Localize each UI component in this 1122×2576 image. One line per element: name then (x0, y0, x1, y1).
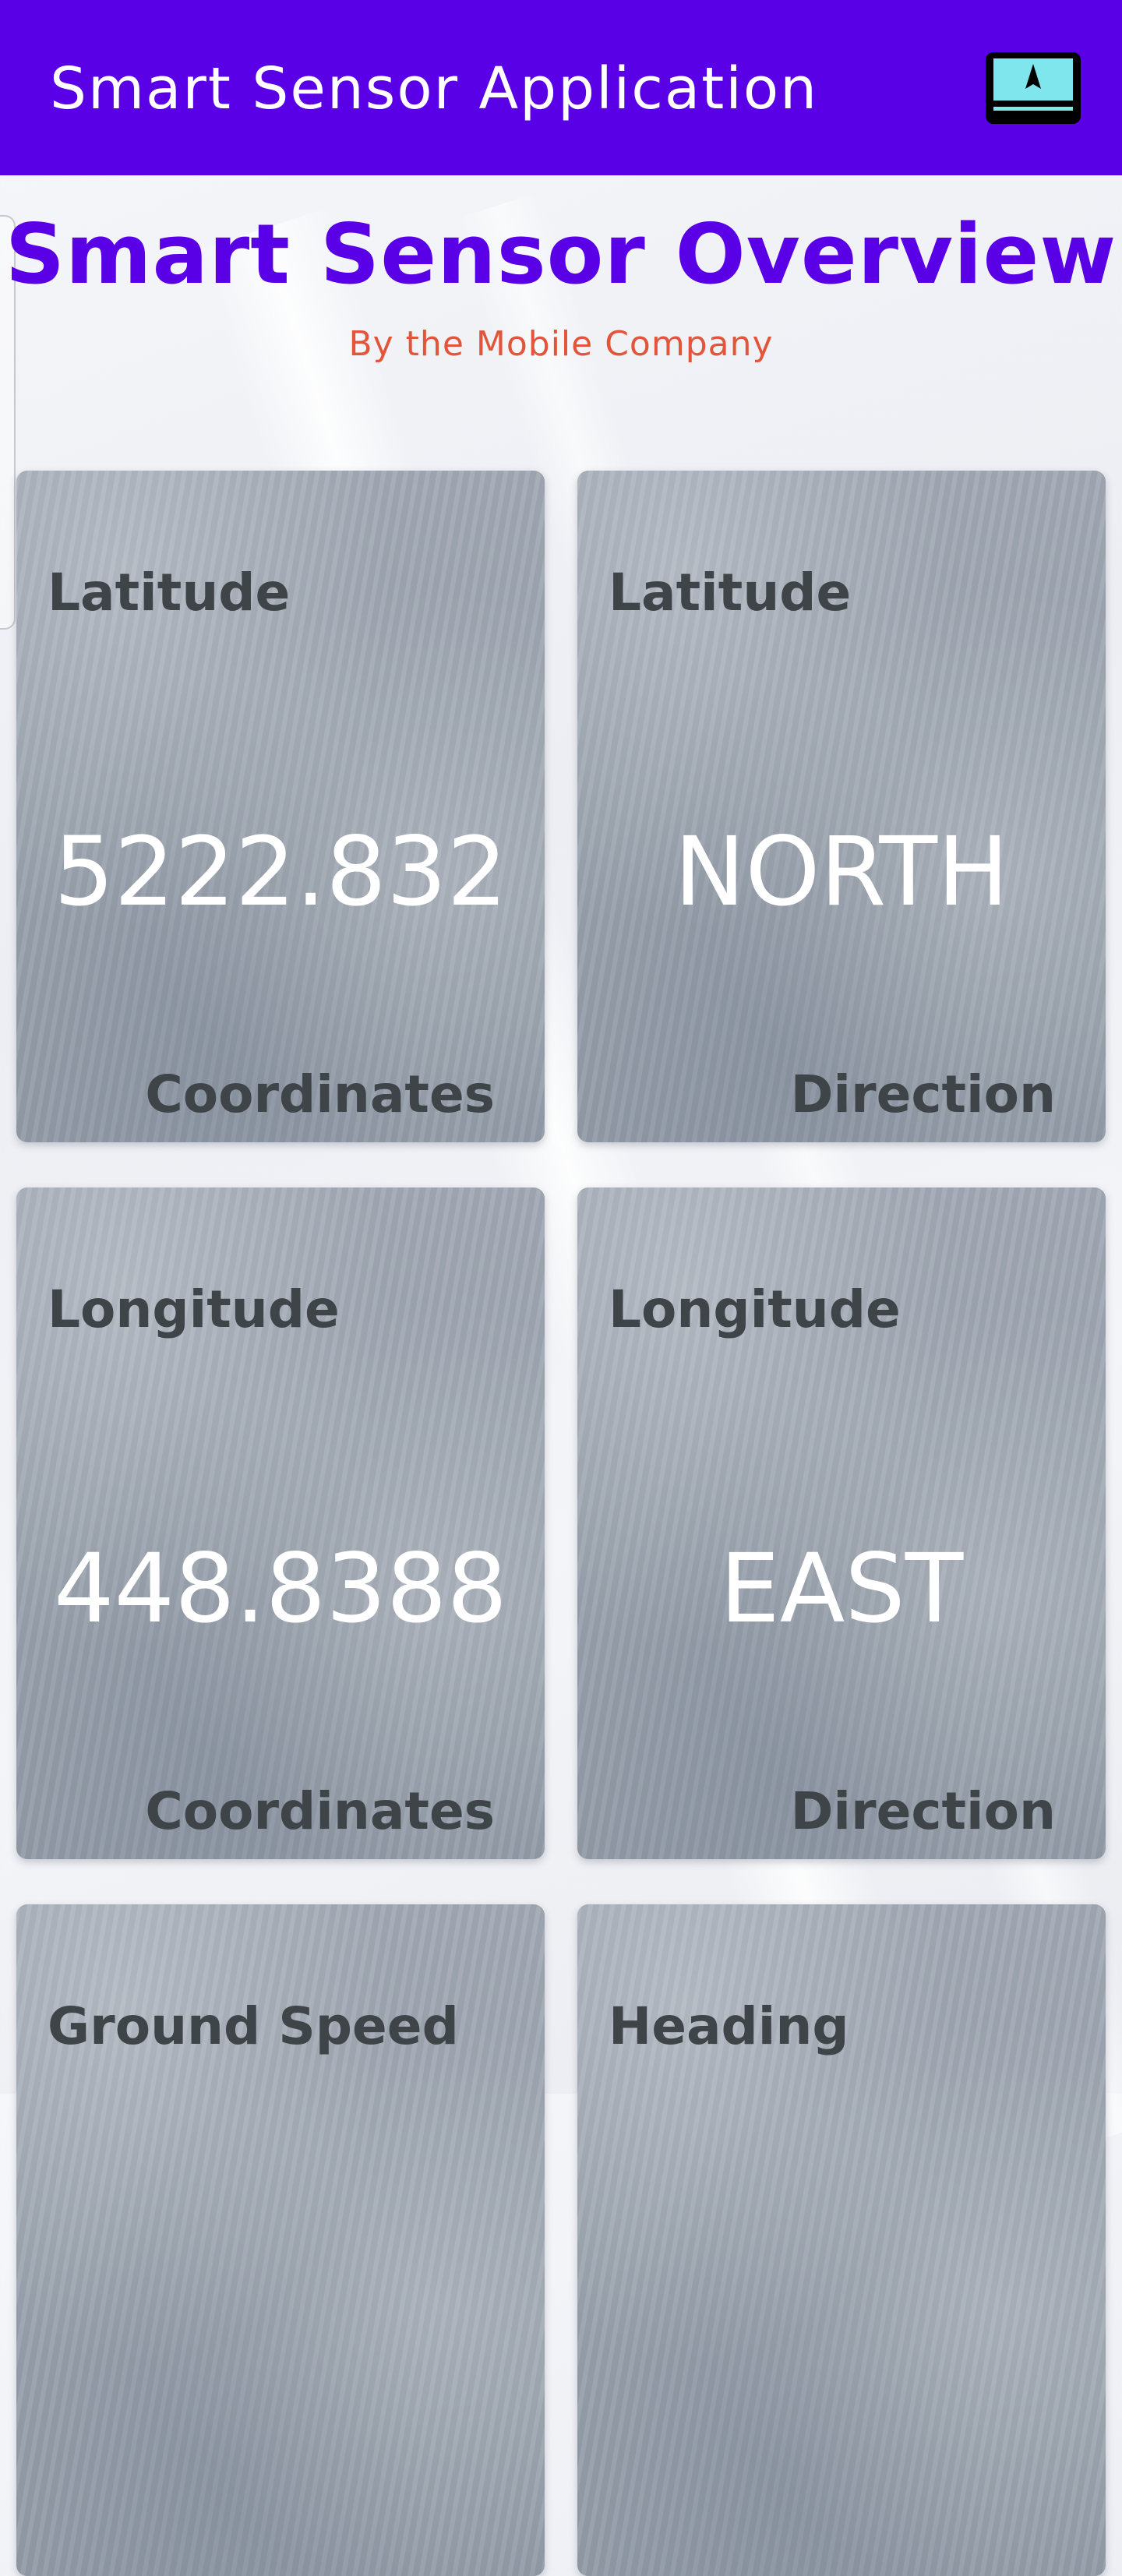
card-top-label: Longitude (609, 1279, 901, 1339)
ground-speed-card[interactable]: Ground Speed (16, 1904, 545, 2576)
card-value: 5222.832 (53, 817, 508, 927)
page-subtitle: By the Mobile Company (348, 324, 774, 364)
card-top-label: Ground Speed (48, 1996, 459, 2056)
card-bottom-label: Coordinates (145, 1064, 495, 1124)
card-bottom-label: Direction (790, 1064, 1056, 1124)
cast-screen-button[interactable] (983, 50, 1083, 126)
card-top-label: Heading (609, 1996, 849, 2056)
app-title: Smart Sensor Application (50, 55, 819, 122)
app-bar: Smart Sensor Application (0, 0, 1122, 175)
latitude-direction-card[interactable]: Latitude NORTH Direction (577, 471, 1106, 1142)
latitude-coordinates-card[interactable]: Latitude 5222.832 Coordinates (16, 471, 545, 1142)
card-value: EAST (719, 1533, 964, 1644)
card-bottom-label: Coordinates (145, 1781, 495, 1841)
page-title: Smart Sensor Overview (5, 206, 1117, 302)
longitude-direction-card[interactable]: Longitude EAST Direction (577, 1187, 1106, 1859)
card-value: NORTH (674, 817, 1009, 927)
card-top-label: Latitude (48, 563, 291, 623)
longitude-coordinates-card[interactable]: Longitude 448.8388 Coordinates (16, 1187, 545, 1859)
card-bottom-label: Direction (790, 1781, 1056, 1841)
card-top-label: Latitude (609, 563, 852, 623)
card-value: 448.8388 (53, 1533, 508, 1644)
card-top-label: Longitude (48, 1279, 340, 1339)
cast-screen-icon (986, 52, 1081, 124)
heading-card[interactable]: Heading (577, 1904, 1106, 2576)
